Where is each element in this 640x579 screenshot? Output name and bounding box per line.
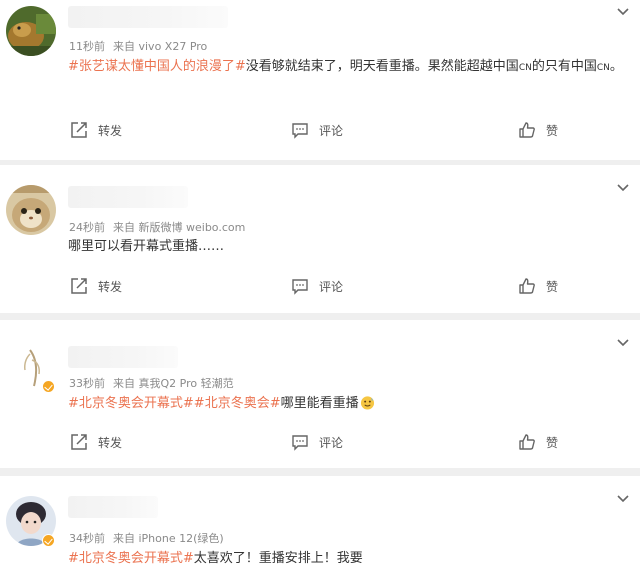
like-label: 赞 xyxy=(546,435,559,450)
share-arrow-icon xyxy=(71,278,87,294)
like-button[interactable]: 赞 xyxy=(518,432,558,452)
share-arrow-icon xyxy=(71,434,87,450)
thumbs-up-icon xyxy=(519,122,535,138)
comment-meta: 33秒前 来自 真我Q2 Pro 轻潮范 xyxy=(69,375,234,391)
text-segment: 的只有中国 xyxy=(531,59,597,74)
username-redacted xyxy=(68,186,188,208)
like-label: 赞 xyxy=(546,279,559,294)
chevron-down-icon[interactable] xyxy=(616,494,630,504)
comment-button[interactable]: 评论 xyxy=(291,120,343,140)
username-redacted xyxy=(68,496,158,518)
comment-source[interactable]: 来自 iPhone 12(绿色) xyxy=(113,532,224,545)
action-bar: 转发 评论 赞 xyxy=(0,120,640,140)
forward-button[interactable]: 转发 xyxy=(70,432,122,452)
comment-text: 哪里可以看开幕式重播…… xyxy=(68,233,624,260)
forward-button[interactable]: 转发 xyxy=(70,276,122,296)
topic-link[interactable]: #北京冬奥会开幕式# xyxy=(68,396,194,411)
forward-label: 转发 xyxy=(98,123,123,138)
comment-time: 33秒前 xyxy=(69,377,105,390)
comment-time: 11秒前 xyxy=(69,40,105,53)
text-segment: 。 xyxy=(609,59,623,74)
text-segment: 没看够就结束了，明天看重播。果然能超越中国 xyxy=(245,59,519,74)
chevron-down-icon[interactable] xyxy=(616,338,630,348)
topic-link[interactable]: #北京冬奥会# xyxy=(194,396,281,411)
text-segment: CN xyxy=(596,63,610,73)
username-redacted xyxy=(68,346,178,368)
comment-button[interactable]: 评论 xyxy=(291,432,343,452)
forward-label: 转发 xyxy=(98,279,123,294)
chevron-down-icon[interactable] xyxy=(616,7,630,17)
text-segment: 哪里能看重播 xyxy=(280,396,359,411)
action-bar: 转发 评论 赞 xyxy=(0,276,640,296)
avatar[interactable] xyxy=(6,6,56,56)
avatar[interactable] xyxy=(6,185,56,235)
sweat-smile-emoji xyxy=(360,396,374,410)
comment-source[interactable]: 来自 真我Q2 Pro 轻潮范 xyxy=(113,377,234,390)
chevron-down-icon[interactable] xyxy=(616,183,630,193)
forward-button[interactable]: 转发 xyxy=(70,120,122,140)
action-bar: 转发 评论 赞 xyxy=(0,432,640,452)
comment-feed: 11秒前 来自 vivo X27 Pro #张艺谋太懂中国人的浪漫了#没看够就结束… xyxy=(0,0,640,579)
comment-card: 33秒前 来自 真我Q2 Pro 轻潮范 #北京冬奥会开幕式##北京冬奥会#哪里能… xyxy=(0,320,640,468)
comment-card: 34秒前 来自 iPhone 12(绿色) #北京冬奥会开幕式#太喜欢了！重播安排… xyxy=(0,476,640,579)
username-redacted xyxy=(68,6,228,28)
thumbs-up-icon xyxy=(519,434,535,450)
comment-card: 11秒前 来自 vivo X27 Pro #张艺谋太懂中国人的浪漫了#没看够就结束… xyxy=(0,0,640,160)
comment-button[interactable]: 评论 xyxy=(291,276,343,296)
topic-link[interactable]: #北京冬奥会开幕式# xyxy=(68,551,194,566)
text-segment: 太喜欢了！重播安排上！我要 xyxy=(193,551,363,566)
comment-label: 评论 xyxy=(319,435,344,450)
topic-link[interactable]: #张艺谋太懂中国人的浪漫了# xyxy=(68,59,246,74)
comment-label: 评论 xyxy=(319,279,344,294)
text-segment: CN xyxy=(518,63,532,73)
like-button[interactable]: 赞 xyxy=(518,276,558,296)
comment-text: #北京冬奥会开幕式##北京冬奥会#哪里能看重播 xyxy=(68,390,624,417)
comment-text: #北京冬奥会开幕式#太喜欢了！重播安排上！我要 xyxy=(68,545,624,572)
comment-meta: 34秒前 来自 iPhone 12(绿色) xyxy=(69,530,224,546)
forward-label: 转发 xyxy=(98,435,123,450)
comment-bubble-icon xyxy=(292,123,308,139)
thumbs-up-icon xyxy=(519,278,535,294)
comment-meta: 11秒前 来自 vivo X27 Pro xyxy=(69,38,207,54)
like-button[interactable]: 赞 xyxy=(518,120,558,140)
share-arrow-icon xyxy=(71,122,87,138)
verified-badge-icon xyxy=(42,534,55,547)
comment-bubble-icon xyxy=(292,435,308,451)
comment-source[interactable]: 来自 vivo X27 Pro xyxy=(113,40,207,53)
text-segment: 哪里可以看开幕式重播…… xyxy=(68,239,225,254)
comment-time: 34秒前 xyxy=(69,532,105,545)
comment-card: 24秒前 来自 新版微博 weibo.com 哪里可以看开幕式重播…… 转发 评论… xyxy=(0,165,640,313)
like-label: 赞 xyxy=(546,123,559,138)
verified-badge-icon xyxy=(42,380,55,393)
comment-label: 评论 xyxy=(319,123,344,138)
comment-bubble-icon xyxy=(292,279,308,295)
comment-text: #张艺谋太懂中国人的浪漫了#没看够就结束了，明天看重播。果然能超越中国CN的只有… xyxy=(68,53,624,82)
